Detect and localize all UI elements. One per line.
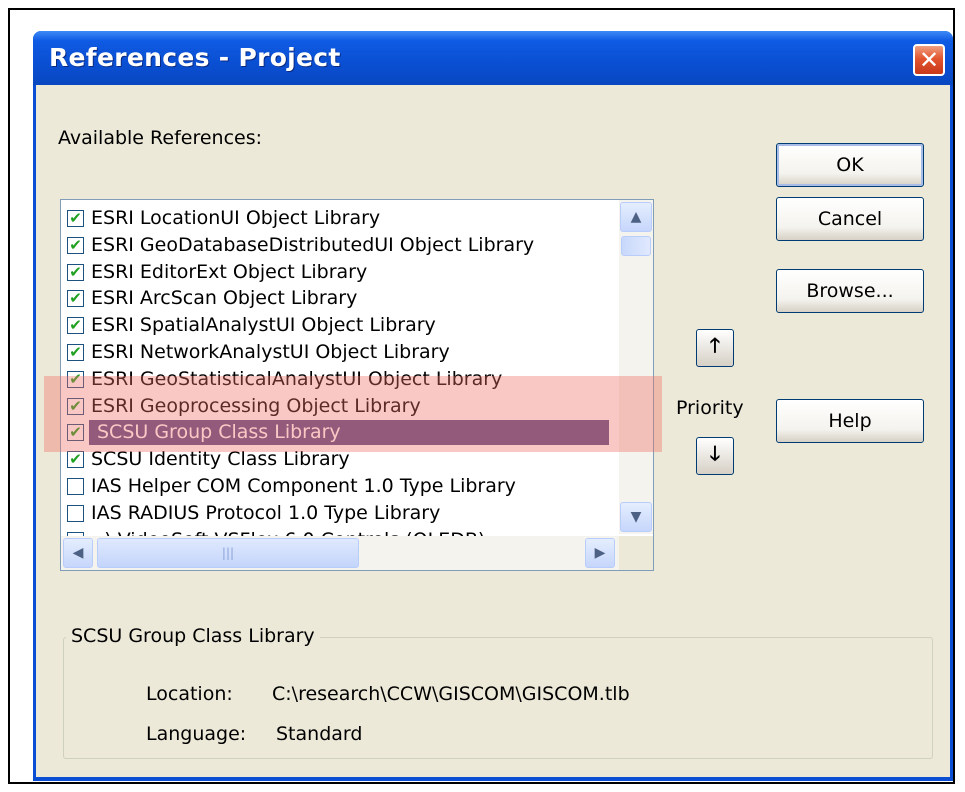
chevron-up-icon: ▲ [630, 209, 642, 225]
arrow-down-icon: 🡓 [709, 441, 721, 465]
reference-label: ESRI EditorExt Object Library [91, 260, 368, 283]
reference-checkbox[interactable]: ✔ [67, 235, 84, 254]
reference-label: ESRI SpatialAnalystUI Object Library [91, 314, 436, 337]
priority-up-button[interactable]: 🡑 [696, 329, 734, 367]
checkmark-icon: ✔ [69, 289, 82, 308]
reference-row[interactable]: ✔ ESRI ArcScan Object Library [61, 286, 621, 312]
reference-label: ESRI LocationUI Object Library [91, 207, 381, 229]
horizontal-scrollbar[interactable]: ◀ ||| ▶ [61, 536, 653, 570]
priority-label: Priority [676, 397, 744, 419]
checkmark-icon: ✔ [69, 316, 82, 335]
reference-row[interactable]: ✔ ESRI Geoprocessing Object Library [61, 394, 621, 420]
reference-label: SCSU Group Class Library [97, 421, 341, 444]
checkmark-icon: ✔ [69, 343, 82, 361]
grip-icon: ||| [221, 546, 235, 560]
reference-label: SCSU Identity Class Library [91, 448, 350, 471]
title-bar[interactable]: References - Project ✕ [33, 31, 953, 85]
reference-checkbox[interactable]: ✔ [67, 289, 84, 308]
reference-label: IAS RADIUS Protocol 1.0 Type Library [91, 501, 441, 524]
references-dialog: References - Project ✕ Available Referen… [33, 31, 953, 781]
reference-checkbox[interactable]: ✔ [67, 396, 84, 415]
reference-row[interactable]: ✔ ESRI GeoStatisticalAnalystUI Object Lib… [61, 367, 621, 393]
scrollbar-corner [619, 536, 653, 570]
reference-row[interactable]: IAS Helper COM Component 1.0 Type Librar… [61, 474, 621, 500]
checkmark-icon: ✔ [69, 262, 82, 281]
reference-checkbox[interactable]: ✔ [67, 423, 84, 442]
language-value: Standard [276, 723, 363, 745]
available-references-label: Available References: [58, 127, 263, 149]
dialog-client-area: Available References: ✔ ESRI LocationUI O… [36, 85, 950, 777]
chevron-down-icon: ▼ [630, 509, 642, 525]
priority-down-button[interactable]: 🡓 [696, 437, 734, 475]
details-group-title: SCSU Group Class Library [66, 625, 320, 647]
reference-label: ESRI ArcScan Object Library [91, 287, 358, 310]
ok-button[interactable]: OK [776, 143, 924, 187]
checkmark-icon: ✔ [69, 235, 82, 254]
close-icon: ✕ [918, 46, 940, 74]
scroll-up-button[interactable]: ▲ [620, 202, 652, 232]
vertical-scroll-thumb[interactable] [621, 236, 651, 256]
checkmark-icon: ✔ [69, 209, 82, 227]
location-value: C:\research\CCW\GISCOM\GISCOM.tlb [272, 683, 630, 705]
reference-row[interactable]: ✔ ESRI NetworkAnalystUI Object Library [61, 340, 621, 366]
cancel-button[interactable]: Cancel [776, 197, 924, 241]
reference-row[interactable]: ✔ ESRI GeoDatabaseDistributedUI Object Li… [61, 233, 621, 259]
reference-label: ESRI GeoStatisticalAnalystUI Object Libr… [91, 367, 503, 390]
horizontal-scroll-thumb[interactable]: ||| [97, 538, 359, 568]
close-button[interactable]: ✕ [913, 44, 945, 76]
checkmark-icon: ✔ [69, 369, 82, 388]
chevron-left-icon: ◀ [72, 545, 84, 561]
reference-checkbox[interactable]: ✔ [67, 210, 84, 227]
reference-checkbox[interactable] [67, 504, 84, 522]
reference-row[interactable]: ✔ ESRI SpatialAnalystUI Object Library [61, 313, 621, 339]
vertical-scrollbar[interactable]: ▲ ▼ [619, 200, 653, 534]
reference-checkbox[interactable]: ✔ [67, 262, 84, 281]
reference-checkbox[interactable]: ✔ [67, 316, 84, 335]
reference-label: ESRI GeoDatabaseDistributedUI Object Lib… [91, 233, 535, 256]
scroll-right-button[interactable]: ▶ [585, 538, 615, 568]
reference-row[interactable]: ✔ SCSU Group Class Library [61, 420, 621, 446]
chevron-right-icon: ▶ [594, 545, 606, 561]
reference-label: IAS Helper COM Component 1.0 Type Librar… [91, 475, 516, 497]
window-title: References - Project [49, 43, 341, 72]
reference-row[interactable]: IAS RADIUS Protocol 1.0 Type Library [61, 501, 621, 527]
reference-row[interactable]: ✔ ESRI LocationUI Object Library [61, 206, 621, 232]
scroll-left-button[interactable]: ◀ [63, 538, 93, 568]
language-label: Language: [146, 723, 247, 745]
scroll-down-button[interactable]: ▼ [620, 502, 652, 532]
reference-label: ESRI Geoprocessing Object Library [91, 394, 421, 417]
reference-checkbox[interactable] [67, 478, 84, 495]
reference-row[interactable]: ✔ SCSU Identity Class Library [61, 447, 621, 473]
checkmark-icon: ✔ [69, 396, 82, 415]
browse-button[interactable]: Browse... [776, 269, 924, 313]
checkmark-icon: ✔ [69, 423, 82, 442]
arrow-up-icon: 🡑 [709, 333, 721, 357]
references-listbox[interactable]: ✔ ESRI LocationUI Object Library ✔ ESRI Geo… [60, 199, 654, 571]
help-button[interactable]: Help [776, 399, 924, 443]
reference-label: ESRI NetworkAnalystUI Object Library [91, 341, 450, 363]
reference-checkbox[interactable]: ✔ [67, 450, 84, 469]
reference-checkbox[interactable]: ✔ [67, 369, 84, 388]
reference-row[interactable]: ✔ ESRI EditorExt Object Library [61, 260, 621, 286]
checkmark-icon: ✔ [69, 450, 82, 469]
location-label: Location: [146, 683, 233, 705]
reference-checkbox[interactable]: ✔ [67, 344, 84, 361]
